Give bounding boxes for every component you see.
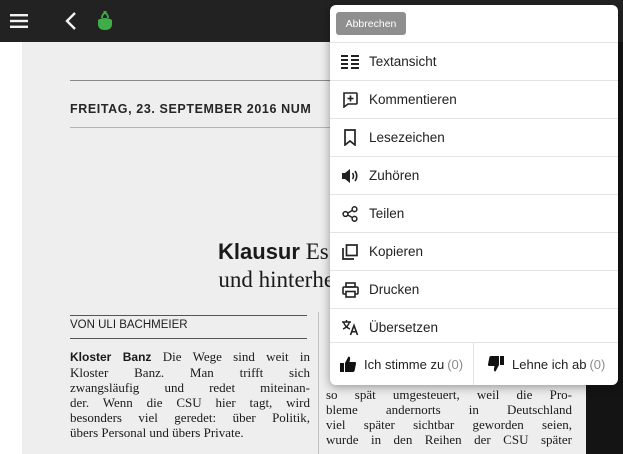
agree-button[interactable]: Ich stimme zu (0) [330, 342, 474, 385]
menu-item-uebersetzen[interactable]: Übersetzen [330, 308, 618, 346]
menu-item-label: Drucken [369, 282, 420, 297]
article-line: wurde in den Reihen der CSU später [326, 432, 572, 447]
column-divider [318, 312, 319, 454]
menu-item-label: Kopieren [369, 244, 424, 259]
menu-item-zuhoeren[interactable]: Zuhören [330, 156, 618, 194]
translate-icon [341, 319, 359, 337]
menu-item-kommentieren[interactable]: Kommentieren [330, 80, 618, 118]
article-line: so spät umgesteuert, weil die Pro- [326, 387, 572, 402]
article-line: übers Personal und übers Private. [70, 425, 244, 440]
logo-icon[interactable] [92, 8, 118, 34]
disagree-count: (0) [589, 356, 606, 372]
menu-item-label: Textansicht [369, 54, 437, 69]
print-icon [341, 281, 359, 299]
speaker-icon [341, 167, 359, 185]
menu-item-label: Lesezeichen [369, 130, 445, 145]
author-line: VON ULI BACHMEIER [70, 319, 188, 331]
article-line: besonders viel geredet: über Politik, [70, 410, 310, 425]
article-column-left: Kloster Banz Die Wege sind weit in Klost… [70, 349, 310, 440]
menu-item-label: Zuhören [369, 168, 420, 183]
article-line: Die Wege sind weit in [151, 349, 310, 364]
cancel-button[interactable]: Abbrechen [336, 12, 406, 35]
agree-label: Ich stimme zu [364, 356, 445, 372]
menu-icon[interactable] [6, 8, 32, 34]
article-column-right: so spät umgesteuert, weil die Pro- bleme… [326, 387, 572, 447]
article-line: Kloster Banz. Man trifft sich [70, 365, 310, 380]
context-menu: Abbrechen Textansicht Kommentieren Lesez… [330, 5, 618, 385]
menu-item-drucken[interactable]: Drucken [330, 270, 618, 308]
menu-item-teilen[interactable]: Teilen [330, 194, 618, 232]
article-lead: Kloster Banz [70, 350, 152, 364]
dateline: FREITAG, 23. SEPTEMBER 2016 NUM [70, 102, 312, 116]
menu-item-kopieren[interactable]: Kopieren [330, 232, 618, 270]
author-rule-bottom [70, 338, 307, 339]
thumbs-down-icon [486, 354, 506, 374]
thumbs-up-icon [338, 354, 358, 374]
article-line: bleme andernorts in Deutschland [326, 402, 572, 417]
menu-item-label: Übersetzen [369, 320, 439, 335]
menu-item-label: Kommentieren [369, 92, 457, 107]
menu-item-textansicht[interactable]: Textansicht [330, 42, 618, 80]
copy-icon [341, 243, 359, 261]
article-line: zwangsläufig und redet miteinan- [70, 380, 310, 395]
text-view-icon [341, 53, 359, 71]
back-icon[interactable] [60, 8, 82, 34]
article-line: viel später sichtbar geworden seien, [326, 417, 572, 432]
menu-item-label: Teilen [369, 206, 405, 221]
disagree-label: Lehne ich ab [512, 356, 587, 372]
disagree-button[interactable]: Lehne ich ab (0) [474, 342, 618, 385]
comment-icon [341, 91, 359, 109]
share-icon [341, 205, 359, 223]
agree-count: (0) [447, 356, 464, 372]
author-rule-top [70, 315, 307, 316]
bookmark-icon [341, 129, 359, 147]
headline-kicker: Klausur [218, 239, 300, 264]
article-line: der. Wenn die CSU hier tagt, wird [70, 395, 310, 410]
menu-item-lesezeichen[interactable]: Lesezeichen [330, 118, 618, 156]
